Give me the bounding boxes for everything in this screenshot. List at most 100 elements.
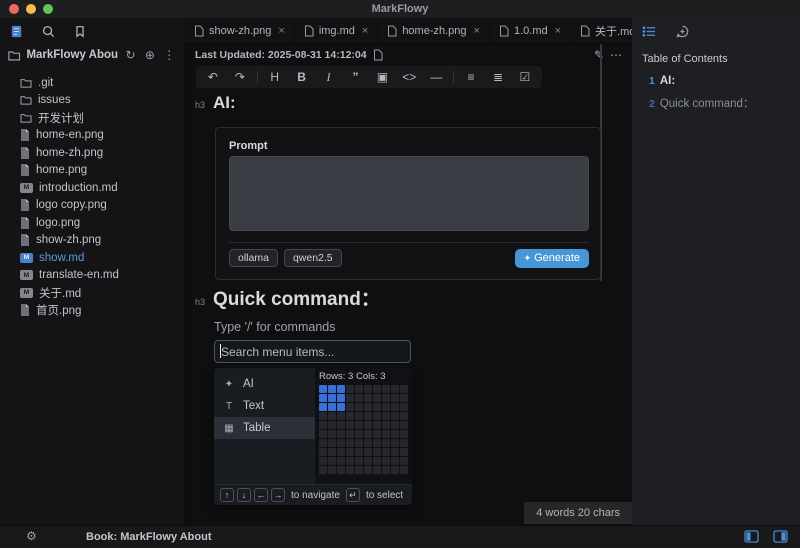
table-grid-cell[interactable]: [391, 421, 399, 429]
table-grid-cell[interactable]: [391, 412, 399, 420]
slash-placeholder-text[interactable]: Type '/' for commands: [214, 320, 335, 334]
table-grid-cell[interactable]: [382, 412, 390, 420]
table-grid-cell[interactable]: [391, 439, 399, 447]
table-grid-cell[interactable]: [355, 466, 363, 474]
table-grid-cell[interactable]: [364, 466, 372, 474]
table-grid-cell[interactable]: [400, 412, 408, 420]
table-grid-cell[interactable]: [373, 412, 381, 420]
table-grid-cell[interactable]: [328, 385, 336, 393]
tree-item-markdown-selected[interactable]: show.md: [0, 249, 184, 267]
table-grid-cell[interactable]: [319, 430, 327, 438]
tree-item-markdown[interactable]: introduction.md: [0, 179, 184, 197]
edit-mode-icon[interactable]: ✎: [594, 48, 604, 62]
image-icon[interactable]: ▣: [372, 70, 392, 84]
table-grid-cell[interactable]: [373, 403, 381, 411]
table-grid-cell[interactable]: [382, 421, 390, 429]
table-grid-cell[interactable]: [382, 448, 390, 456]
table-grid-cell[interactable]: [391, 394, 399, 402]
tree-item-markdown[interactable]: 关于.md: [0, 284, 184, 302]
bold-icon[interactable]: B: [292, 70, 312, 84]
tree-item-image[interactable]: logo.png: [0, 214, 184, 232]
toggle-right-panel-icon[interactable]: [773, 530, 788, 543]
tab-img-md[interactable]: img.md ×: [295, 18, 379, 43]
redo-icon[interactable]: ↷: [230, 70, 250, 84]
bookmark-icon[interactable]: [72, 23, 88, 39]
table-grid-cell[interactable]: [364, 412, 372, 420]
zoom-window-button[interactable]: [43, 4, 53, 14]
refresh-icon[interactable]: ↻: [124, 48, 137, 62]
table-grid-cell[interactable]: [373, 448, 381, 456]
table-grid-cell[interactable]: [319, 439, 327, 447]
tree-item-image[interactable]: home.png: [0, 162, 184, 180]
table-grid-cell[interactable]: [355, 430, 363, 438]
editor-more-icon[interactable]: ⋯: [610, 48, 622, 62]
generate-button[interactable]: ✦ Generate: [515, 249, 589, 268]
table-grid-cell[interactable]: [355, 421, 363, 429]
table-grid-cell[interactable]: [328, 412, 336, 420]
chat-plus-icon[interactable]: [675, 24, 690, 39]
table-grid-cell[interactable]: [382, 385, 390, 393]
inline-code-icon[interactable]: <>: [399, 70, 419, 84]
gear-icon[interactable]: ⚙: [26, 529, 37, 543]
table-grid-cell[interactable]: [346, 403, 354, 411]
table-grid-cell[interactable]: [337, 394, 345, 402]
table-grid-cell[interactable]: [364, 439, 372, 447]
model-name-chip[interactable]: qwen2.5: [284, 249, 342, 267]
table-grid-cell[interactable]: [364, 385, 372, 393]
search-menu-input[interactable]: [214, 340, 411, 363]
table-grid-cell[interactable]: [328, 457, 336, 465]
tree-item-folder[interactable]: issues: [0, 92, 184, 110]
table-grid-cell[interactable]: [355, 457, 363, 465]
table-grid-cell[interactable]: [400, 403, 408, 411]
table-grid-cell[interactable]: [346, 430, 354, 438]
locate-file-icon[interactable]: ⊕: [143, 48, 156, 62]
table-grid-cell[interactable]: [337, 457, 345, 465]
table-grid-cell[interactable]: [319, 385, 327, 393]
table-grid-cell[interactable]: [400, 448, 408, 456]
table-grid-cell[interactable]: [337, 430, 345, 438]
table-grid-cell[interactable]: [391, 457, 399, 465]
undo-icon[interactable]: ↶: [203, 70, 223, 84]
table-grid-cell[interactable]: [355, 394, 363, 402]
table-grid-cell[interactable]: [319, 394, 327, 402]
table-grid-cell[interactable]: [373, 421, 381, 429]
table-grid-cell[interactable]: [355, 439, 363, 447]
table-grid-cell[interactable]: [391, 403, 399, 411]
table-grid-cell[interactable]: [400, 385, 408, 393]
table-grid-cell[interactable]: [373, 439, 381, 447]
table-grid-cell[interactable]: [346, 439, 354, 447]
table-grid-cell[interactable]: [319, 457, 327, 465]
menu-item-ai[interactable]: ✦ AI: [214, 373, 315, 395]
table-grid-cell[interactable]: [391, 448, 399, 456]
table-grid-cell[interactable]: [328, 439, 336, 447]
table-grid-cell[interactable]: [382, 403, 390, 411]
table-grid-cell[interactable]: [382, 439, 390, 447]
explorer-book-icon[interactable]: [8, 23, 24, 39]
table-grid-cell[interactable]: [382, 430, 390, 438]
table-grid-cell[interactable]: [337, 385, 345, 393]
tab-1-0-md[interactable]: 1.0.md ×: [490, 18, 571, 43]
table-grid-cell[interactable]: [400, 439, 408, 447]
task-list-icon[interactable]: ☑: [515, 70, 535, 84]
toc-toggle-icon[interactable]: [642, 25, 657, 38]
table-grid-cell[interactable]: [319, 448, 327, 456]
table-grid-cell[interactable]: [355, 403, 363, 411]
prompt-textarea[interactable]: [229, 156, 589, 231]
tree-item-folder[interactable]: .git: [0, 74, 184, 92]
table-grid-cell[interactable]: [346, 385, 354, 393]
table-grid-cell[interactable]: [328, 421, 336, 429]
menu-item-text[interactable]: T Text: [214, 395, 315, 417]
tab-close-icon[interactable]: ×: [474, 25, 480, 37]
tree-item-image[interactable]: home-en.png: [0, 127, 184, 145]
toggle-left-panel-icon[interactable]: [744, 530, 759, 543]
tree-item-image[interactable]: home-zh.png: [0, 144, 184, 162]
table-grid-cell[interactable]: [382, 466, 390, 474]
tab-show-zh-png[interactable]: show-zh.png ×: [185, 18, 295, 43]
tree-item-image[interactable]: logo copy.png: [0, 197, 184, 215]
blockquote-icon[interactable]: ”: [345, 70, 365, 84]
table-grid-cell[interactable]: [373, 430, 381, 438]
table-grid-cell[interactable]: [337, 448, 345, 456]
table-grid-cell[interactable]: [346, 448, 354, 456]
table-grid-cell[interactable]: [328, 394, 336, 402]
table-grid-cell[interactable]: [337, 466, 345, 474]
